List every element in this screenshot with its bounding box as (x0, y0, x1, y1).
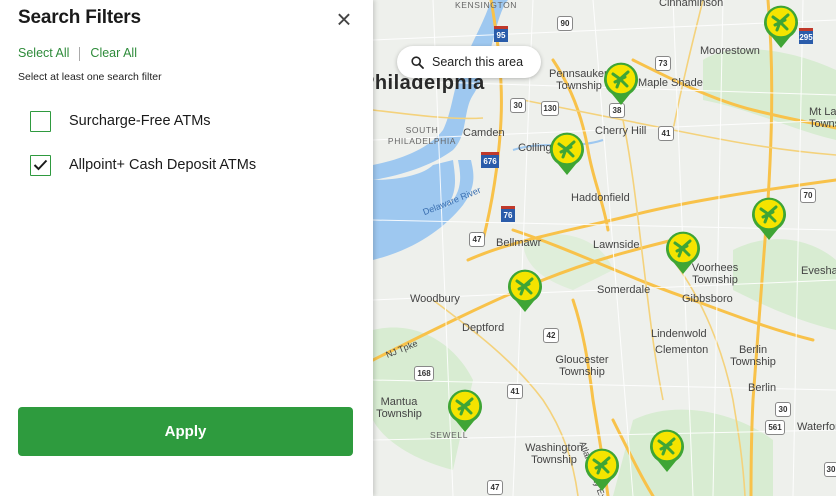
map-label-waterford: Waterford (797, 421, 836, 433)
highway-shield: 30 (775, 402, 791, 417)
map-label-deptford: Deptford (462, 322, 505, 334)
select-all-link[interactable]: Select All (18, 46, 69, 60)
atm-marker[interactable] (763, 4, 799, 50)
map-label-haddonfield: Haddonfield (571, 192, 630, 204)
highway-shield: 130 (541, 101, 559, 116)
atm-marker[interactable] (665, 230, 701, 276)
map-label-camden: Camden (463, 127, 505, 139)
bulk-select-links: Select All Clear All (18, 46, 137, 61)
surcharge-free-checkbox[interactable] (30, 110, 51, 132)
highway-shield: 168 (414, 366, 434, 381)
highway-shield: 70 (800, 188, 816, 203)
atm-marker[interactable] (507, 268, 543, 314)
map-label-lawnside: Lawnside (593, 239, 640, 251)
highway-shield: 47 (487, 480, 503, 495)
map-label-somerdale: Somerdale (597, 284, 651, 296)
checkmark-icon (33, 159, 48, 171)
map-label-cinnaminson: Cinnaminson (659, 0, 724, 9)
map-label-washington-township: Washington Township (525, 442, 583, 466)
map-label-gloucester-township: Gloucester Township (555, 354, 609, 378)
apply-button[interactable]: Apply (18, 407, 353, 456)
highway-shield: 90 (557, 16, 573, 31)
highway-shield: 676 (481, 152, 499, 168)
highway-shield: 30 (824, 462, 836, 477)
map-label-maple-shade: Maple Shade (638, 77, 703, 89)
highway-shield: 76 (501, 206, 515, 222)
atm-marker[interactable] (447, 388, 483, 434)
surcharge-free-label: Surcharge-Free ATMs (69, 113, 211, 129)
highway-shield: 41 (658, 126, 674, 141)
highway-shield: 42 (543, 328, 559, 343)
cash-deposit-label: Allpoint+ Cash Deposit ATMs (69, 157, 257, 173)
clear-all-link[interactable]: Clear All (90, 46, 137, 60)
highway-shield: 47 (469, 232, 485, 247)
highway-shield: 73 (655, 56, 671, 71)
search-this-area-button[interactable]: Search this area (397, 46, 542, 78)
map-label-kensington: KENSINGTON (455, 0, 518, 10)
filter-option-cash-deposit[interactable]: Allpoint+ Cash Deposit ATMs (30, 152, 256, 178)
search-icon (411, 55, 424, 69)
map-label-south-philadelphia: SOUTH PHILADELPHIA (387, 125, 457, 146)
close-button[interactable]: × (333, 6, 355, 32)
cash-deposit-checkbox[interactable] (30, 154, 51, 176)
filter-hint: Select at least one search filter (18, 71, 162, 83)
atm-marker[interactable] (584, 447, 620, 493)
highway-shield: 295 (799, 28, 813, 44)
map-label-cherry-hill: Cherry Hill (595, 125, 647, 137)
atm-marker[interactable] (603, 61, 639, 107)
map-label-woodbury: Woodbury (410, 293, 460, 305)
highway-shield: 41 (507, 384, 523, 399)
highway-shield: 95 (494, 26, 508, 42)
map-label-moorestown: Moorestown (700, 45, 760, 57)
link-divider (79, 46, 81, 61)
map-view[interactable]: KENSINGTON Cinnaminson Moorestown Pennsa… (373, 0, 836, 496)
map-label-evesham: Evesham (801, 265, 836, 277)
map-label-mt-laurel: Mt Laurel Township (809, 106, 836, 130)
atm-marker[interactable] (549, 131, 585, 177)
map-label-berlin-township: Berlin Township (730, 344, 776, 368)
filter-panel: Search Filters × Select All Clear All Sel… (0, 0, 373, 496)
search-this-area-label: Search this area (432, 55, 524, 69)
highway-shield: 561 (765, 420, 785, 435)
map-label-bellmawr: Bellmawr (496, 237, 542, 249)
filter-option-surcharge-free[interactable]: Surcharge-Free ATMs (30, 108, 211, 134)
atm-marker[interactable] (751, 196, 787, 242)
highway-shield: 30 (510, 98, 526, 113)
map-label-gibbsboro: Gibbsboro (682, 293, 733, 305)
map-label-lindenwold: Lindenwold (651, 328, 707, 340)
map-label-pennsauken: Pennsauken Township (549, 68, 611, 92)
map-label-berlin: Berlin (748, 382, 777, 394)
map-label-clementon: Clementon (655, 344, 709, 356)
close-icon: × (336, 4, 352, 34)
map-label-mantua: Mantua Township (376, 396, 422, 420)
atm-marker[interactable] (649, 428, 685, 474)
panel-title: Search Filters (18, 7, 141, 28)
